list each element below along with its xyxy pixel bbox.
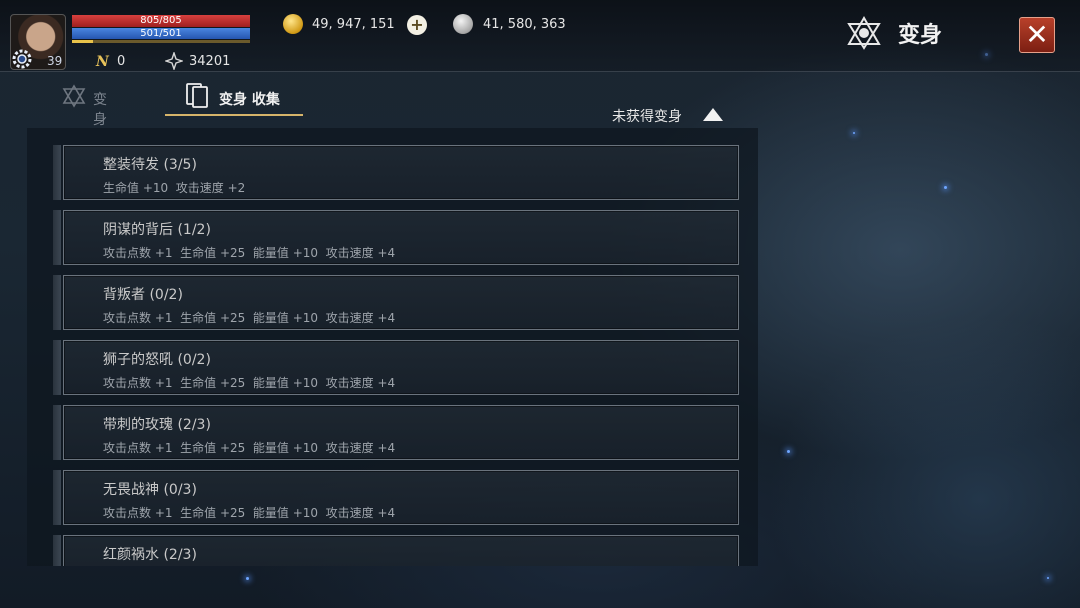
collection-item[interactable]: 整装待发 (3/5) 生命值 +10 攻击速度 +2 <box>53 145 758 200</box>
collection-name: 背叛者 (0/2) <box>103 287 183 303</box>
tab-label: 变身 <box>93 92 107 128</box>
experience-bar <box>72 40 250 43</box>
sort-arrow-up-icon[interactable] <box>703 108 723 121</box>
silver-coin-icon <box>453 14 473 34</box>
collection-name: 整装待发 (3/5) <box>103 157 197 173</box>
collection-item[interactable]: 无畏战神 (0/3) 攻击点数 +1 生命值 +25 能量值 +10 攻击速度 … <box>53 470 758 525</box>
power-icon <box>165 52 183 70</box>
collection-stats: 攻击点数 +1 生命值 +25 能量值 +10 攻击速度 +4 <box>103 311 396 325</box>
collection-name: 阴谋的背后 (1/2) <box>103 222 211 238</box>
close-button[interactable]: ✕ <box>1019 17 1055 53</box>
collection-stats: 攻击点数 +1 生命值 +25 能量值 +10 攻击速度 +4 <box>103 506 396 520</box>
background-sparkle <box>246 577 249 580</box>
item-edge <box>53 210 61 265</box>
background-sparkle <box>853 132 855 134</box>
collection-name: 无畏战神 (0/3) <box>103 482 197 498</box>
gold-coin-icon <box>283 14 303 34</box>
page-title: 变身 <box>898 23 943 48</box>
item-edge <box>53 535 61 566</box>
collection-name: 狮子的怒吼 (0/2) <box>103 352 211 368</box>
close-icon: ✕ <box>1025 18 1049 51</box>
transform-emblem-icon <box>847 16 881 50</box>
collection-item[interactable]: 阴谋的背后 (1/2) 攻击点数 +1 生命值 +25 能量值 +10 攻击速度… <box>53 210 758 265</box>
collection-list[interactable]: 整装待发 (3/5) 生命值 +10 攻击速度 +2 阴谋的背后 (1/2) 攻… <box>27 128 758 566</box>
hp-bar: 805/805 <box>72 15 250 27</box>
collection-name: 带刺的玫瑰 (2/3) <box>103 417 211 433</box>
item-edge <box>53 340 61 395</box>
collection-stats: 攻击点数 +1 生命值 +25 能量值 +10 攻击速度 +4 <box>103 246 396 260</box>
collection-stats: 攻击点数 +1 生命值 +25 能量值 +10 攻击速度 +4 <box>103 376 396 390</box>
divider <box>0 71 1080 72</box>
svg-text:N: N <box>95 54 110 69</box>
background-sparkle <box>1047 577 1049 579</box>
tab-label: 变身 收集 <box>219 92 280 108</box>
collection-name: 红颜祸水 (2/3) <box>103 547 197 563</box>
item-edge <box>53 470 61 525</box>
filter-label[interactable]: 未获得变身 <box>612 106 682 126</box>
collection-item[interactable]: 带刺的玫瑰 (2/3) 攻击点数 +1 生命值 +25 能量值 +10 攻击速度… <box>53 405 758 460</box>
collection-item[interactable]: 狮子的怒吼 (0/2) 攻击点数 +1 生命值 +25 能量值 +10 攻击速度… <box>53 340 758 395</box>
tab-transform-collection[interactable]: 变身 收集 <box>165 83 303 116</box>
mp-bar: 501/501 <box>72 28 250 39</box>
transform-emblem-icon <box>62 84 86 108</box>
item-edge <box>53 405 61 460</box>
gold-amount: 49, 947, 151 <box>312 17 395 32</box>
silver-amount: 41, 580, 363 <box>483 17 566 32</box>
collection-stats: 攻击点数 +1 生命值 +25 能量值 +10 攻击速度 +4 <box>103 441 396 455</box>
n-currency-value: 0 <box>117 54 126 69</box>
plus-icon[interactable]: + <box>407 15 427 35</box>
collection-item[interactable]: 红颜祸水 (2/3) <box>53 535 758 566</box>
gear-icon <box>12 49 32 69</box>
n-currency-icon: N <box>95 54 110 69</box>
background-sparkle <box>944 186 947 189</box>
collection-cards-icon <box>186 83 208 108</box>
collection-item[interactable]: 背叛者 (0/2) 攻击点数 +1 生命值 +25 能量值 +10 攻击速度 +… <box>53 275 758 330</box>
background-sparkle <box>787 450 790 453</box>
item-edge <box>53 275 61 330</box>
combat-power-value: 34201 <box>189 54 231 69</box>
item-edge <box>53 145 61 200</box>
collection-stats: 生命值 +10 攻击速度 +2 <box>103 181 246 195</box>
level-value: 39 <box>47 54 63 68</box>
